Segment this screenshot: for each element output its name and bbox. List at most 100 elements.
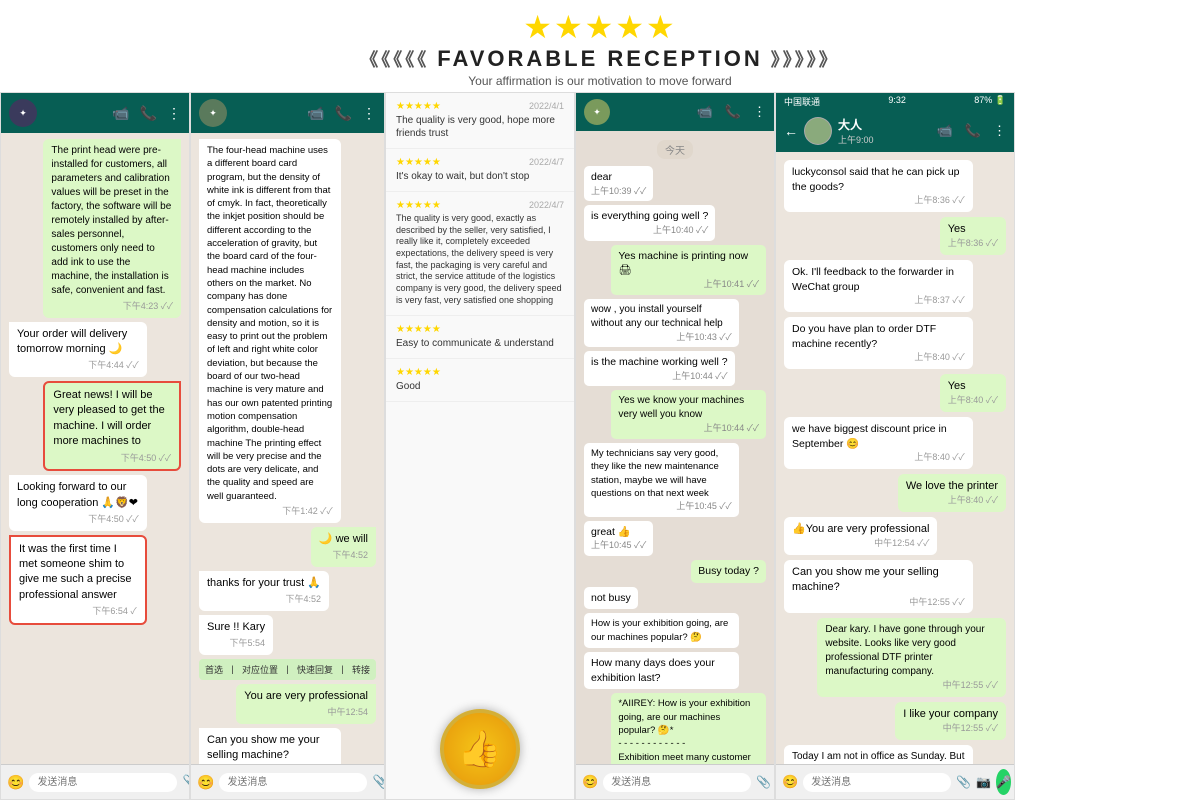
message-item: dear 上午10:39 ✓✓	[584, 166, 653, 201]
phone-icon-2[interactable]: 📞	[335, 105, 352, 122]
review-text: It's okay to wait, but don't stop	[396, 170, 564, 183]
msg-time: 上午8:36 ✓✓	[792, 194, 965, 207]
msg-text: How is your exhibition going, are our ma…	[591, 617, 732, 644]
message-item: great 👍 上午10:45 ✓✓	[584, 521, 653, 556]
main-content: ✦ 📹 📞 ⋮ The print head were pre-installe…	[0, 92, 1200, 800]
msg-text: The four-head machine uses a different b…	[207, 144, 333, 503]
msg-text: dear	[591, 170, 646, 185]
msg-text: The print head were pre-installed for cu…	[51, 144, 173, 298]
video-icon-2[interactable]: 📹	[307, 105, 324, 122]
message-input-1[interactable]	[29, 773, 177, 792]
emoji-icon-r[interactable]: 😊	[782, 774, 798, 790]
msg-time: 中午12:55 ✓✓	[903, 722, 998, 735]
emoji-icon-m[interactable]: 😊	[582, 774, 598, 790]
msg-text: wow , you install yourself without any o…	[591, 303, 732, 331]
middle-video-icon[interactable]: 📹	[697, 104, 713, 120]
msg-text: thanks for your trust 🙏	[207, 576, 321, 591]
emoji-icon-2[interactable]: 😊	[197, 774, 214, 791]
send-button-right[interactable]: 🎤	[996, 769, 1011, 795]
send-bar-right: 😊 📎 📷 🎤	[776, 764, 1014, 799]
right-video-icon[interactable]: 📹	[937, 123, 953, 139]
right-phone-icon[interactable]: 📞	[965, 123, 981, 139]
msg-time: 中午12:55 ✓✓	[825, 679, 998, 692]
attach-icon-m[interactable]: 📎	[756, 775, 771, 789]
more-icon-2[interactable]: ⋮	[362, 105, 376, 122]
thumbs-icon: 👍	[440, 709, 520, 789]
review-item: ★★★★★ Good	[386, 359, 574, 402]
review-stars: ★★★★★	[396, 157, 441, 168]
left-arrows: 《《《《《	[360, 46, 429, 72]
msg-time: 上午10:39 ✓✓	[591, 185, 646, 198]
battery-info: 87% 🔋	[974, 95, 1006, 108]
message-input-middle[interactable]	[603, 773, 751, 792]
reviews-panel: ★★★★★ 2022/4/1 The quality is very good,…	[385, 92, 575, 800]
message-item: Great news! I will be very pleased to ge…	[43, 381, 181, 471]
middle-panel: ✦ 📹 📞 ⋮ 今天 dear 上午10:39 ✓✓ is everything…	[575, 92, 775, 800]
right-more-icon[interactable]: ⋮	[993, 123, 1006, 139]
msg-text: Sure !! Kary	[207, 620, 265, 635]
message-item: Yes 上午8:36 ✓✓	[940, 217, 1006, 255]
chat-messages-1: The print head were pre-installed for cu…	[1, 133, 189, 764]
msg-time: 上午10:41 ✓✓	[618, 278, 759, 291]
msg-text: Your order will delivery tomorrow mornin…	[17, 327, 139, 358]
message-item: You are very professional 中午12:54	[236, 684, 376, 724]
message-item: Yes machine is printing now 🖨 上午10:41 ✓✓	[611, 245, 766, 295]
msg-time: 中午12:55 ✓✓	[792, 596, 965, 609]
phone-icon[interactable]: 📞	[140, 105, 157, 122]
message-item: is the machine working well ? 上午10:44 ✓✓	[584, 351, 735, 386]
msg-time: 上午10:45 ✓✓	[591, 500, 732, 513]
middle-more-icon[interactable]: ⋮	[753, 104, 766, 120]
day-divider: 今天	[657, 140, 693, 159]
review-stars: ★★★★★	[396, 101, 441, 112]
back-icon[interactable]: ←	[784, 123, 798, 139]
attach-icon-r[interactable]: 📎	[956, 775, 971, 789]
msg-text: Busy today ?	[698, 564, 759, 579]
message-item: Ok. I'll feedback to the forwarder in We…	[784, 260, 973, 312]
review-text: Good	[396, 380, 564, 393]
message-item: The print head were pre-installed for cu…	[43, 139, 181, 318]
time-display: 9:32	[888, 95, 906, 108]
status-bar: 中国联通 9:32 87% 🔋	[776, 93, 1014, 110]
msg-time: 上午8:40 ✓✓	[906, 494, 998, 507]
msg-time: 下午4:52	[207, 593, 321, 606]
quick-reply-bar[interactable]: 首选|对应位置|快速回复|转接	[199, 659, 376, 680]
middle-phone-icon[interactable]: 📞	[725, 104, 741, 120]
page-subtitle: Your affirmation is our motivation to mo…	[0, 74, 1200, 88]
msg-text: Dear kary. I have gone through your webs…	[825, 623, 998, 679]
review-text: Easy to communicate & understand	[396, 337, 564, 350]
video-icon[interactable]: 📹	[112, 105, 129, 122]
message-input-2[interactable]	[219, 773, 367, 792]
message-input-right[interactable]	[803, 773, 951, 792]
message-item: I like your company 中午12:55 ✓✓	[895, 702, 1006, 740]
attach-icon-2[interactable]: 📎	[372, 774, 385, 790]
msg-text: we have biggest discount price in Septem…	[792, 422, 965, 451]
review-item: ★★★★★ 2022/4/1 The quality is very good,…	[386, 93, 574, 149]
camera-icon-r[interactable]: 📷	[976, 775, 991, 789]
review-stars: ★★★★★	[396, 367, 441, 378]
message-item: wow , you install yourself without any o…	[584, 299, 739, 348]
send-bar-2: 😊 📎 📷 🎤	[191, 764, 384, 799]
msg-time: 下午4:23 ✓✓	[51, 300, 173, 313]
msg-text: Today I am not in office as Sunday. But …	[792, 750, 965, 764]
message-item: Yes we know your machines very well you …	[611, 390, 766, 439]
attach-icon-1[interactable]: 📎	[182, 774, 190, 790]
msg-text: is everything going well ?	[591, 209, 708, 224]
message-item: luckyconsol said that he can pick up the…	[784, 160, 973, 212]
msg-text: Looking forward to our long cooperation …	[17, 480, 139, 511]
message-item: Yes 上午8:40 ✓✓	[940, 374, 1006, 412]
msg-time: 上午8:36 ✓✓	[948, 237, 998, 250]
msg-text: great 👍	[591, 525, 646, 540]
message-item: is everything going well ? 上午10:40 ✓✓	[584, 205, 715, 240]
send-bar-1: 😊 📎 📷 🎤	[1, 764, 189, 799]
message-item: Today I am not in office as Sunday. But …	[784, 745, 973, 764]
emoji-icon-1[interactable]: 😊	[7, 774, 24, 791]
right-avatar	[804, 117, 832, 145]
review-text: The quality is very good, exactly as des…	[396, 213, 564, 307]
chat-messages-2: The four-head machine uses a different b…	[191, 133, 384, 764]
review-date: 2022/4/7	[529, 157, 564, 167]
avatar-1: ✦	[9, 99, 37, 127]
more-icon[interactable]: ⋮	[167, 105, 181, 122]
message-item: Can you show me your selling machine? 中午…	[199, 728, 341, 764]
message-item: *AIIREY: How is your exhibition going, a…	[611, 693, 766, 764]
message-item: How many days does your exhibition last?	[584, 652, 739, 689]
